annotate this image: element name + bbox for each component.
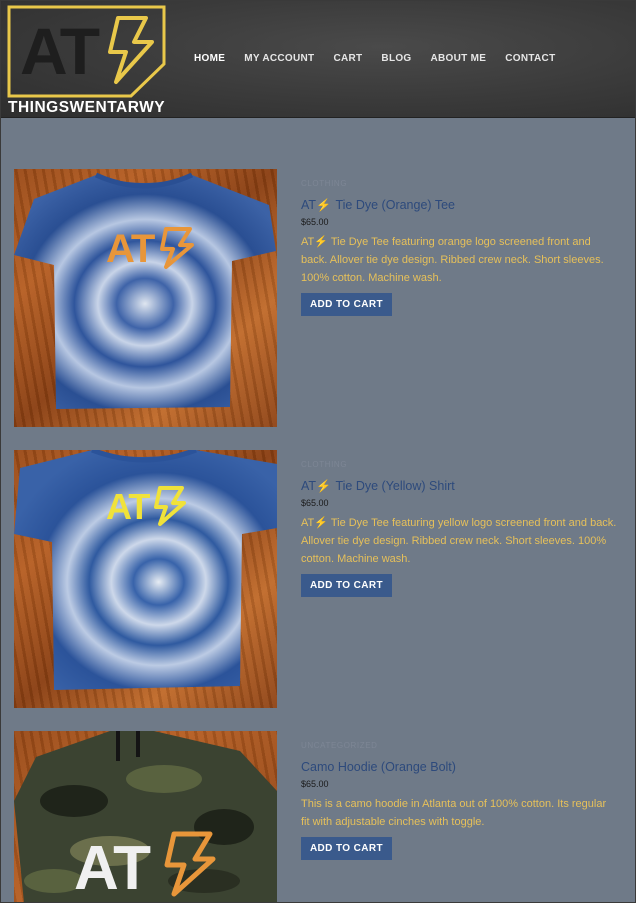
bolt-icon: ⚡ (316, 198, 331, 212)
product-category[interactable]: UNCATEGORIZED (301, 741, 621, 753)
product-price: $65.00 (301, 217, 329, 227)
add-to-cart-button[interactable]: ADD TO CART (301, 837, 392, 860)
product-description: This is a camo hoodie in Atlanta out of … (301, 798, 607, 828)
product-title[interactable]: AT ⚡ Tie Dye (Orange) Tee (301, 197, 621, 213)
title-prefix: AT (301, 479, 317, 493)
product-category[interactable]: CLOTHING (301, 179, 621, 191)
nav-contact[interactable]: CONTACT (505, 53, 555, 64)
title-text: Tie Dye (Yellow) Shirt (335, 479, 455, 493)
bolt-icon: ⚡ (316, 479, 331, 493)
bolt-icon: ⚡ (314, 517, 328, 529)
desc-prefix: AT (301, 236, 315, 248)
product-description: AT⚡ Tie Dye Tee featuring orange logo sc… (301, 233, 617, 287)
add-to-cart-button[interactable]: ADD TO CART (301, 574, 392, 597)
product-card: AT UNCATEGORIZED Camo Hoodie (Orange Bol… (14, 731, 624, 903)
nav-home[interactable]: HOME (194, 53, 225, 64)
product-info: UNCATEGORIZED Camo Hoodie (Orange Bolt) … (301, 731, 621, 860)
title-text: Camo Hoodie (Orange Bolt) (301, 760, 456, 774)
product-category[interactable]: CLOTHING (301, 460, 621, 472)
site-logo[interactable]: AT (6, 4, 166, 98)
product-title[interactable]: AT ⚡ Tie Dye (Yellow) Shirt (301, 478, 621, 494)
product-image[interactable]: AT (14, 169, 277, 427)
nav-my-account[interactable]: MY ACCOUNT (244, 53, 314, 64)
shirt-logo: AT (74, 834, 151, 903)
desc-text: Tie Dye Tee featuring orange logo screen… (301, 236, 604, 284)
shirt-logo: AT (106, 486, 150, 527)
product-price: $65.00 (301, 498, 329, 508)
shirt-logo: AT (106, 227, 155, 271)
product-title[interactable]: Camo Hoodie (Orange Bolt) (301, 759, 621, 775)
tshirt-icon (14, 172, 276, 409)
bolt-icon (154, 486, 186, 526)
nav-blog[interactable]: BLOG (381, 53, 411, 64)
product-description: AT⚡ Tie Dye Tee featuring yellow logo sc… (301, 514, 617, 568)
bolt-icon (160, 227, 194, 269)
desc-text: Tie Dye Tee featuring yellow logo screen… (301, 517, 617, 565)
product-info: CLOTHING AT ⚡ Tie Dye (Yellow) Shirt $65.… (301, 450, 621, 597)
main-nav: HOME MY ACCOUNT CART BLOG ABOUT ME CONTA… (194, 53, 575, 64)
add-to-cart-button[interactable]: ADD TO CART (301, 293, 392, 316)
bolt-icon: ⚡ (314, 236, 328, 248)
site-header: AT THINGSWENTARWY HOME MY ACCOUNT CART B… (0, 0, 636, 118)
site-name[interactable]: THINGSWENTARWY (8, 99, 165, 117)
product-price: $65.00 (301, 779, 329, 789)
product-card: AT CLOTHING AT ⚡ Tie Dye (Orange) Tee $65… (14, 169, 624, 429)
product-info: CLOTHING AT ⚡ Tie Dye (Orange) Tee $65.00… (301, 169, 621, 316)
desc-prefix: AT (301, 517, 315, 529)
title-text: Tie Dye (Orange) Tee (335, 198, 455, 212)
nav-cart[interactable]: CART (333, 53, 362, 64)
bolt-icon (164, 831, 216, 897)
product-card: AT CLOTHING AT ⚡ Tie Dye (Yellow) Shirt $… (14, 450, 624, 710)
title-prefix: AT (301, 198, 317, 212)
product-image[interactable]: AT (14, 731, 277, 903)
logo-text: AT (20, 14, 100, 88)
product-image[interactable]: AT (14, 450, 277, 708)
nav-about-me[interactable]: ABOUT ME (431, 53, 487, 64)
